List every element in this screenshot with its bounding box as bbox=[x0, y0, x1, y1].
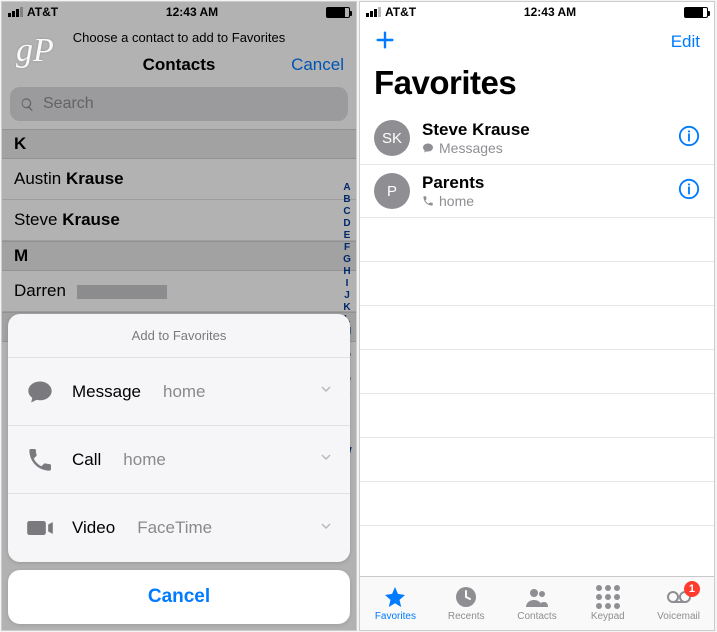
tab-contacts[interactable]: Contacts bbox=[502, 577, 573, 630]
signal-icon bbox=[366, 7, 381, 17]
phone-favorites: AT&T 12:43 AM Edit Favorites SK Steve Kr… bbox=[359, 1, 715, 631]
nav-bar: Contacts Cancel bbox=[2, 47, 356, 83]
favorite-meta: Messages bbox=[422, 140, 666, 156]
message-icon bbox=[422, 142, 434, 154]
empty-row bbox=[360, 394, 714, 438]
keypad-icon bbox=[596, 585, 620, 609]
video-icon bbox=[24, 514, 56, 542]
edit-button[interactable]: Edit bbox=[671, 32, 700, 52]
avatar: P bbox=[374, 173, 410, 209]
add-button[interactable] bbox=[374, 29, 396, 56]
signal-icon bbox=[8, 7, 23, 17]
empty-row bbox=[360, 350, 714, 394]
contacts-icon bbox=[524, 585, 550, 609]
tab-recents[interactable]: Recents bbox=[431, 577, 502, 630]
favorite-name: Steve Krause bbox=[422, 120, 666, 140]
section-header-k: K bbox=[2, 129, 356, 159]
action-sheet: Add to Favorites Message home Call home bbox=[2, 308, 356, 630]
picker-prompt: Choose a contact to add to Favorites bbox=[2, 22, 356, 47]
empty-row bbox=[360, 218, 714, 262]
sheet-option-call[interactable]: Call home bbox=[8, 426, 350, 494]
carrier-label: AT&T bbox=[385, 5, 416, 19]
status-bar: AT&T 12:43 AM bbox=[2, 2, 356, 22]
phone-contacts-picker: AT&T 12:43 AM Choose a contact to add to… bbox=[1, 1, 357, 631]
search-icon bbox=[20, 97, 35, 112]
sheet-title: Add to Favorites bbox=[8, 314, 350, 358]
tab-voicemail[interactable]: Voicemail 1 bbox=[643, 577, 714, 630]
favorite-meta: home bbox=[422, 193, 666, 209]
sheet-option-video[interactable]: Video FaceTime bbox=[8, 494, 350, 562]
sheet-option-message[interactable]: Message home bbox=[8, 358, 350, 426]
battery-icon bbox=[326, 7, 350, 18]
clock-icon bbox=[453, 585, 479, 609]
search-field[interactable]: Search bbox=[10, 87, 348, 121]
tab-keypad[interactable]: Keypad bbox=[572, 577, 643, 630]
chevron-down-icon bbox=[318, 449, 334, 470]
contact-row[interactable]: Darren bbox=[2, 271, 356, 312]
favorite-name: Parents bbox=[422, 173, 666, 193]
empty-row bbox=[360, 482, 714, 526]
two-phone-layout: AT&T 12:43 AM Choose a contact to add to… bbox=[0, 0, 717, 632]
empty-row bbox=[360, 262, 714, 306]
message-icon bbox=[24, 378, 56, 406]
info-button[interactable] bbox=[678, 178, 700, 205]
tab-favorites[interactable]: Favorites bbox=[360, 577, 431, 630]
contact-row[interactable]: Austin Krause bbox=[2, 159, 356, 200]
star-icon bbox=[382, 585, 408, 609]
tab-bar: Favorites Recents Contacts Keypad Voicem… bbox=[360, 576, 714, 630]
chevron-down-icon bbox=[318, 381, 334, 402]
nav-cancel-button[interactable]: Cancel bbox=[291, 55, 344, 75]
chevron-down-icon bbox=[318, 518, 334, 539]
empty-row bbox=[360, 306, 714, 350]
avatar: SK bbox=[374, 120, 410, 156]
clock-label: 12:43 AM bbox=[166, 5, 218, 19]
clock-label: 12:43 AM bbox=[524, 5, 576, 19]
favorite-row[interactable]: P Parents home bbox=[360, 165, 714, 218]
phone-icon bbox=[422, 195, 434, 207]
favorite-row[interactable]: SK Steve Krause Messages bbox=[360, 112, 714, 165]
voicemail-badge: 1 bbox=[684, 581, 700, 597]
page-title: Favorites bbox=[360, 62, 714, 112]
favorites-list: SK Steve Krause Messages P Parents bbox=[360, 112, 714, 526]
nav-bar: Edit bbox=[360, 22, 714, 62]
info-button[interactable] bbox=[678, 125, 700, 152]
status-bar: AT&T 12:43 AM bbox=[360, 2, 714, 22]
search-placeholder: Search bbox=[43, 95, 94, 113]
empty-row bbox=[360, 438, 714, 482]
phone-icon bbox=[24, 446, 56, 474]
sheet-cancel-button[interactable]: Cancel bbox=[8, 570, 350, 624]
contact-row[interactable]: Steve Krause bbox=[2, 200, 356, 241]
redacted-last-name bbox=[77, 285, 167, 299]
section-header-m: M bbox=[2, 241, 356, 271]
carrier-label: AT&T bbox=[27, 5, 58, 19]
battery-icon bbox=[684, 7, 708, 18]
